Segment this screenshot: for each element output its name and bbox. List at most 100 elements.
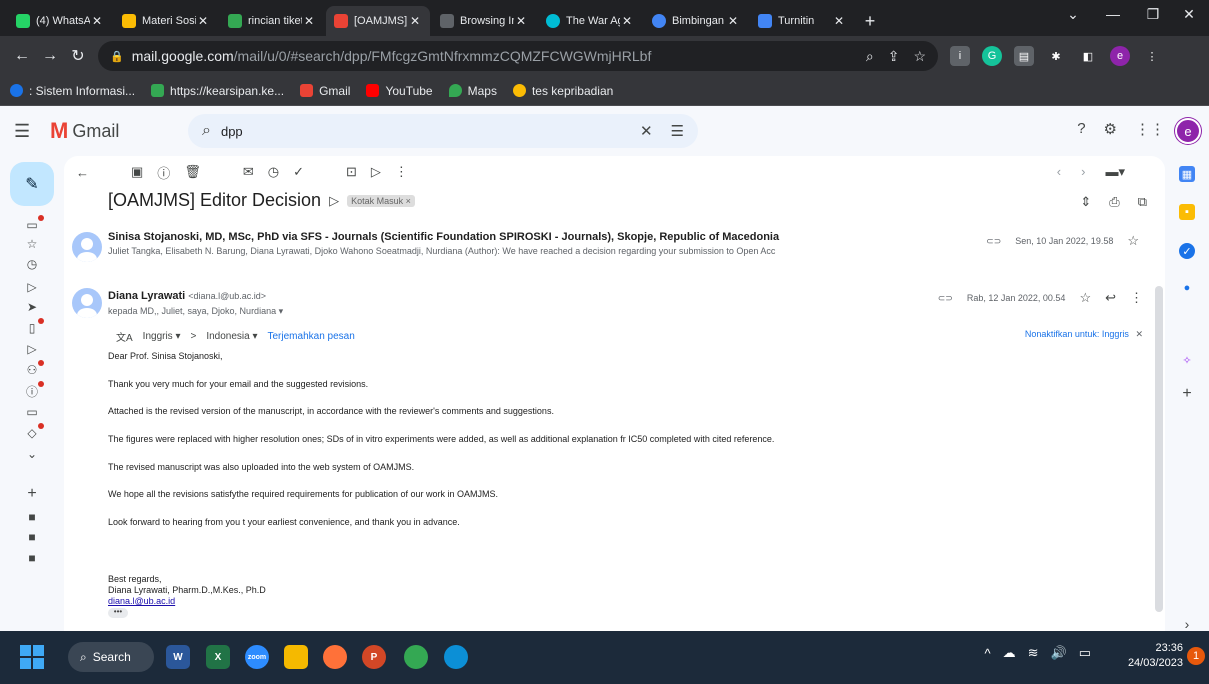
firefox-icon[interactable] [323, 645, 347, 669]
side-panel-icon[interactable]: ◧ [1078, 46, 1098, 66]
important-marker-icon[interactable]: ▷ [329, 193, 339, 209]
search-input[interactable]: dpp [221, 124, 243, 139]
more-options-icon[interactable]: ⋮ [395, 164, 408, 180]
share-icon[interactable]: ⇪ [888, 48, 900, 65]
addon-icon[interactable]: ✧ [1179, 352, 1195, 368]
add-task-icon[interactable]: ✓ [293, 164, 304, 180]
clock-icon[interactable]: ◷ [24, 256, 40, 272]
new-tab-button[interactable]: + [856, 6, 884, 36]
older-icon[interactable]: › [1081, 164, 1085, 180]
open-new-window-icon[interactable]: ⧉ [1138, 194, 1147, 210]
tab-search-icon[interactable]: ⌄ [1053, 0, 1093, 28]
bookmark-kearsipan[interactable]: https://kearsipan.ke... [151, 84, 284, 98]
expand-panel-icon[interactable]: › [1179, 616, 1195, 632]
browser-tab-turnitin[interactable]: Turnitin ✕ [750, 6, 854, 36]
scrollbar[interactable] [1155, 286, 1163, 612]
translate-message-link[interactable]: Terjemahkan pesan [268, 331, 355, 342]
profile-icon[interactable]: e [1110, 46, 1130, 66]
updates-icon[interactable]: ⓘ [24, 381, 44, 399]
message-sender[interactable]: Sinisa Stojanoski, MD, MSc, PhD via SFS … [108, 231, 779, 243]
close-icon[interactable]: ✕ [302, 14, 316, 28]
notification-badge[interactable]: 1 [1187, 647, 1205, 665]
message-sender[interactable]: Diana Lyrawati <diana.l@ub.ac.id> [108, 290, 266, 302]
inbox-icon[interactable]: ▭ [24, 215, 44, 233]
input-tools-icon[interactable]: ▬▾ [1105, 164, 1125, 180]
volume-icon[interactable]: 🔊 [1051, 645, 1067, 661]
label-tag-icon[interactable]: ■ [24, 509, 40, 525]
close-icon[interactable]: ✕ [620, 14, 634, 28]
minimize-button[interactable]: — [1093, 0, 1133, 28]
excel-icon[interactable]: X [206, 645, 230, 669]
reply-icon[interactable]: ↩ [1105, 290, 1116, 306]
reload-button[interactable]: ↻ [64, 42, 92, 70]
delete-icon[interactable]: 🗑 [184, 164, 201, 180]
add-addon-icon[interactable]: + [1179, 385, 1195, 402]
bookmark-sistem[interactable]: : Sistem Informasi... [10, 84, 135, 98]
label-tag-icon[interactable]: ■ [24, 550, 40, 566]
star-icon[interactable]: ☆ [1127, 233, 1139, 249]
contacts-icon[interactable]: ● [1179, 280, 1195, 296]
close-icon[interactable]: ✕ [726, 14, 740, 28]
word-icon[interactable]: W [166, 645, 190, 669]
browser-tab-war[interactable]: The War Ag ✕ [538, 6, 642, 36]
label-tag-icon[interactable]: ■ [24, 529, 40, 545]
disable-translate-link[interactable]: Nonaktifkan untuk: Inggris ✕ [1025, 329, 1143, 340]
chevron-up-icon[interactable]: ^ [985, 646, 991, 661]
important-icon[interactable]: ▷ [24, 279, 40, 295]
archive-icon[interactable]: ▣ [131, 164, 143, 180]
search-icon[interactable]: ⌕ [202, 122, 211, 140]
report-spam-icon[interactable]: ⓘ [157, 163, 170, 182]
forums-icon[interactable]: ▭ [24, 404, 40, 420]
zoom-icon[interactable]: zoom [245, 645, 269, 669]
browser-tab-bimbingan[interactable]: Bimbingan ✕ [644, 6, 748, 36]
search-options-icon[interactable]: ☰ [671, 122, 684, 140]
extensions-puzzle-icon[interactable]: ✱ [1046, 46, 1066, 66]
file-explorer-icon[interactable] [284, 645, 308, 669]
browser-tab-gmail[interactable]: [OAMJMS] ✕ [326, 6, 430, 36]
calendar-icon[interactable]: ▦ [1179, 166, 1195, 182]
close-icon[interactable]: ✕ [514, 14, 528, 28]
menu-icon[interactable]: ⋮ [1142, 46, 1162, 66]
help-icon[interactable]: ? [1077, 120, 1085, 138]
label-icon[interactable]: ▷ [24, 341, 40, 357]
bookmark-tes[interactable]: tes kepribadian [512, 84, 613, 98]
browser-tab-browsing[interactable]: Browsing In ✕ [432, 6, 536, 36]
add-label-icon[interactable]: + [24, 485, 40, 502]
taskbar-search[interactable]: ⌕ Search [68, 642, 154, 672]
bookmark-gmail[interactable]: Gmail [300, 84, 350, 98]
restore-button[interactable]: ❐ [1133, 0, 1173, 28]
back-button[interactable]: ← [8, 42, 36, 70]
bookmark-youtube[interactable]: YouTube [366, 84, 433, 98]
browser-tab-rincian[interactable]: rincian tiket ✕ [220, 6, 324, 36]
source-language-select[interactable]: Inggris ▾ [143, 331, 181, 342]
clear-search-icon[interactable]: ✕ [640, 122, 653, 140]
browser-tab-materi[interactable]: Materi Sosi ✕ [114, 6, 218, 36]
promotions-icon[interactable]: ◇ [24, 423, 44, 441]
inbox-label-chip[interactable]: Kotak Masuk × [347, 194, 415, 207]
gmail-logo[interactable]: M Gmail [50, 118, 119, 144]
back-to-list-icon[interactable]: ← [76, 165, 89, 180]
recipients-dropdown[interactable]: kepada MD,, Juliet, saya, Djoko, Nurdian… [108, 306, 283, 317]
account-avatar[interactable]: e [1175, 118, 1201, 144]
battery-icon[interactable]: ▭ [1079, 645, 1091, 661]
extension-2-icon[interactable]: ▤ [1014, 46, 1034, 66]
signature-email-link[interactable]: diana.l@ub.ac.id [108, 596, 266, 607]
apps-grid-icon[interactable]: ⋮⋮ [1135, 120, 1165, 138]
gear-icon[interactable]: ⚙ [1104, 120, 1117, 138]
move-to-icon[interactable]: ⊡ [346, 164, 357, 180]
chrome-icon[interactable] [404, 645, 428, 669]
close-icon[interactable]: ✕ [1135, 329, 1143, 339]
wifi-icon[interactable]: ≋ [1028, 645, 1039, 661]
onedrive-icon[interactable]: ☁ [1003, 645, 1016, 661]
grammarly-icon[interactable]: G [982, 46, 1002, 66]
window-close-button[interactable]: ✕ [1169, 0, 1209, 28]
search-bar[interactable]: ⌕ dpp ✕ ☰ [188, 114, 698, 148]
edge-icon[interactable] [444, 645, 468, 669]
windows-start-icon[interactable] [20, 645, 44, 669]
browser-tab-whatsapp[interactable]: (4) WhatsAp✕ [8, 6, 112, 36]
bookmark-maps[interactable]: Maps [448, 84, 497, 98]
star-icon[interactable]: ☆ [24, 236, 40, 252]
newer-icon[interactable]: ‹ [1057, 164, 1061, 180]
sent-icon[interactable]: ➤ [24, 299, 40, 315]
more-icon[interactable]: ⌄ [24, 446, 40, 462]
